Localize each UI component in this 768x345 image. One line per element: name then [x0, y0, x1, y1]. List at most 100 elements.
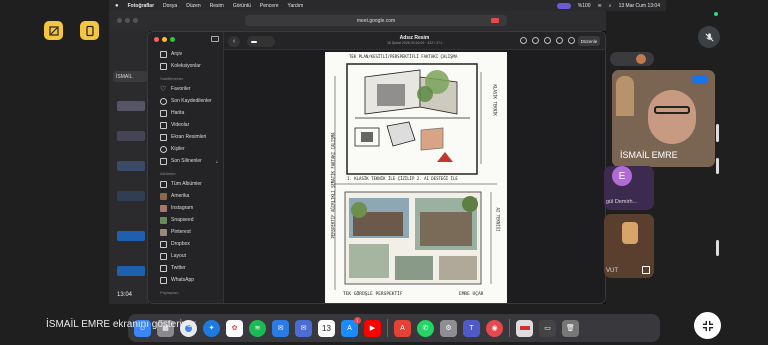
sidebar-item-amerika[interactable]: Amerika — [148, 190, 224, 202]
sidebar-item-screenshots[interactable]: Ekran Resimleri — [148, 131, 224, 143]
browser-icon[interactable]: ▭ — [539, 319, 556, 337]
sidebar-item-layout[interactable]: Layout — [148, 250, 224, 262]
doc-icon[interactable] — [516, 319, 533, 337]
pin-icon[interactable] — [642, 266, 650, 274]
mail-icon[interactable]: ✉ — [272, 319, 289, 337]
magic-icon[interactable] — [568, 37, 575, 44]
datetime[interactable]: 13 Mar Cum 13:04 — [619, 3, 660, 9]
close-icon[interactable] — [154, 37, 159, 42]
collapse-icon — [702, 320, 713, 331]
wifi-icon[interactable]: ≋ — [598, 3, 602, 9]
sidebar-item-people[interactable]: Kişiler — [148, 143, 224, 155]
map-icon — [160, 109, 167, 117]
hand-raise-button[interactable] — [44, 21, 63, 40]
photos-icon[interactable]: ✿ — [226, 319, 243, 337]
sidebar-item-all-albums[interactable]: Tüm Albümler — [148, 178, 224, 190]
menu-item[interactable]: Pencere — [260, 3, 279, 9]
spotify-icon[interactable]: ≋ — [249, 319, 266, 337]
teams-icon[interactable]: T — [463, 319, 480, 337]
sidebar-item-pinterest[interactable]: Pinterest — [148, 226, 224, 238]
thumbnail — [117, 161, 145, 171]
collections-icon — [160, 62, 167, 70]
sidebar-item-collections[interactable]: Koleksiyonlar — [148, 60, 224, 72]
zoom-icon[interactable] — [133, 18, 138, 23]
minimize-icon[interactable] — [162, 37, 167, 42]
participants-scrollbar[interactable] — [716, 124, 719, 142]
sidebar-item-label: Instagram — [171, 205, 194, 211]
menu-item[interactable]: Düzen — [186, 3, 200, 9]
participant-tile-small[interactable] — [610, 52, 654, 66]
sidebar-item-label: Harita — [171, 110, 185, 116]
sidebar-item-videos[interactable]: Videolar — [148, 119, 224, 131]
battery-text: %100 — [577, 2, 591, 9]
settings-icon[interactable]: ⚙ — [440, 319, 457, 337]
sidebar-item-label: Pinterest — [171, 229, 191, 235]
mic-off-button[interactable] — [698, 26, 720, 48]
heart-icon: ♡ — [160, 85, 167, 93]
appstore-icon[interactable]: A1 — [341, 316, 361, 337]
menu-item[interactable]: Dosya — [163, 3, 177, 9]
sidebar-item-favorites[interactable]: ♡ Favoriler — [148, 83, 224, 95]
minimize-icon[interactable] — [125, 18, 130, 23]
sidebar-item-archive[interactable]: Arşiv — [148, 48, 224, 60]
sidebar-item-dropbox[interactable]: Dropbox — [148, 238, 224, 250]
trash-icon[interactable]: 🗑︎ — [562, 319, 579, 337]
participant-mic-indicator[interactable] — [692, 75, 708, 84]
whatsapp-icon[interactable]: ✆ — [417, 319, 434, 337]
folder-icon — [160, 264, 167, 272]
architecture-sketch-sheet: TEK PLAN/KESİTLİ/PERSPEKTİFLİ FAKTAKI ÇA… — [325, 52, 507, 303]
sidebar-toggle-icon[interactable] — [211, 36, 219, 42]
menu-item[interactable]: Görüntü — [233, 3, 251, 9]
participant-tile-room[interactable]: VUT — [604, 214, 654, 278]
menu-item[interactable]: Yardım — [288, 3, 304, 9]
fullscreen-button[interactable] — [694, 312, 721, 339]
mail2-icon[interactable]: ✉ — [295, 319, 312, 337]
participant-tile-main[interactable]: İSMAİL EMRE — [612, 70, 715, 167]
status-dot — [714, 12, 718, 16]
sidebar-item-map[interactable]: Harita — [148, 107, 224, 119]
sidebar-item-deleted[interactable]: Son Silinenler 🔒︎ — [148, 155, 224, 167]
sheet-side-right-2: AI TEKNİĞİ — [495, 207, 501, 232]
participant-label: gül Demirh... — [606, 199, 638, 205]
favorite-icon[interactable] — [544, 37, 551, 44]
calendar-day: 13 — [322, 323, 331, 333]
sidebar-item-whatsapp[interactable]: WhatsApp — [148, 274, 224, 286]
sidebar-item-instagram[interactable]: Instagram — [148, 202, 224, 214]
person-icon — [160, 145, 167, 153]
sidebar-item-snapseed[interactable]: Snapseed — [148, 214, 224, 226]
edit-button[interactable]: Düzenle — [578, 36, 600, 46]
sidebar-item-twitter[interactable]: Twitter — [148, 262, 224, 274]
participants-scrollbar[interactable] — [716, 158, 719, 174]
rotate-icon[interactable] — [556, 37, 563, 44]
screen-share-indicator[interactable] — [556, 2, 571, 9]
participants-scrollbar[interactable] — [716, 240, 719, 256]
photos-window-controls — [154, 37, 175, 42]
calendar-icon[interactable]: 13 — [318, 319, 335, 337]
window-controls — [117, 18, 138, 23]
share-icon[interactable] — [532, 37, 539, 44]
info-icon[interactable] — [520, 37, 527, 44]
zoom-icon[interactable] — [170, 37, 175, 42]
search-icon[interactable]: ⌕ — [609, 3, 612, 9]
menu-app-name[interactable]: Fotoğraflar — [128, 3, 154, 9]
sidebar-item-label: Layout — [171, 253, 187, 259]
photos-window: Arşiv Koleksiyonlar Sabitlenenler ♡ Favor… — [147, 31, 606, 304]
sidebar-item-recent[interactable]: Son Kaydedilenler — [148, 95, 224, 107]
sheet-signature: EMRE UÇAR — [459, 292, 484, 297]
sidebar-list: Arşiv Koleksiyonlar Sabitlenenler ♡ Favor… — [148, 48, 224, 297]
background-tab[interactable]: İSMAİL — [113, 71, 147, 82]
apple-icon[interactable]: ● — [115, 3, 119, 9]
address-bar[interactable]: meet.google.com — [245, 15, 507, 26]
layout-button[interactable] — [80, 21, 99, 40]
safari-icon[interactable]: ✦ — [203, 319, 220, 337]
browser-toolbar: meet.google.com — [109, 11, 606, 31]
sidebar-section-albums: Albümler — [160, 171, 176, 176]
sidebar-item-label: Snapseed — [171, 217, 194, 223]
youtube-icon[interactable]: ▶ — [364, 319, 381, 337]
participant-avatar-small — [636, 54, 646, 64]
acrobat-icon[interactable]: A — [394, 319, 411, 337]
color-icon[interactable]: ◉ — [486, 319, 503, 337]
close-icon[interactable] — [117, 18, 122, 23]
photos-sidebar: Arşiv Koleksiyonlar Sabitlenenler ♡ Favor… — [148, 32, 224, 303]
menu-item[interactable]: Resim — [210, 3, 224, 9]
